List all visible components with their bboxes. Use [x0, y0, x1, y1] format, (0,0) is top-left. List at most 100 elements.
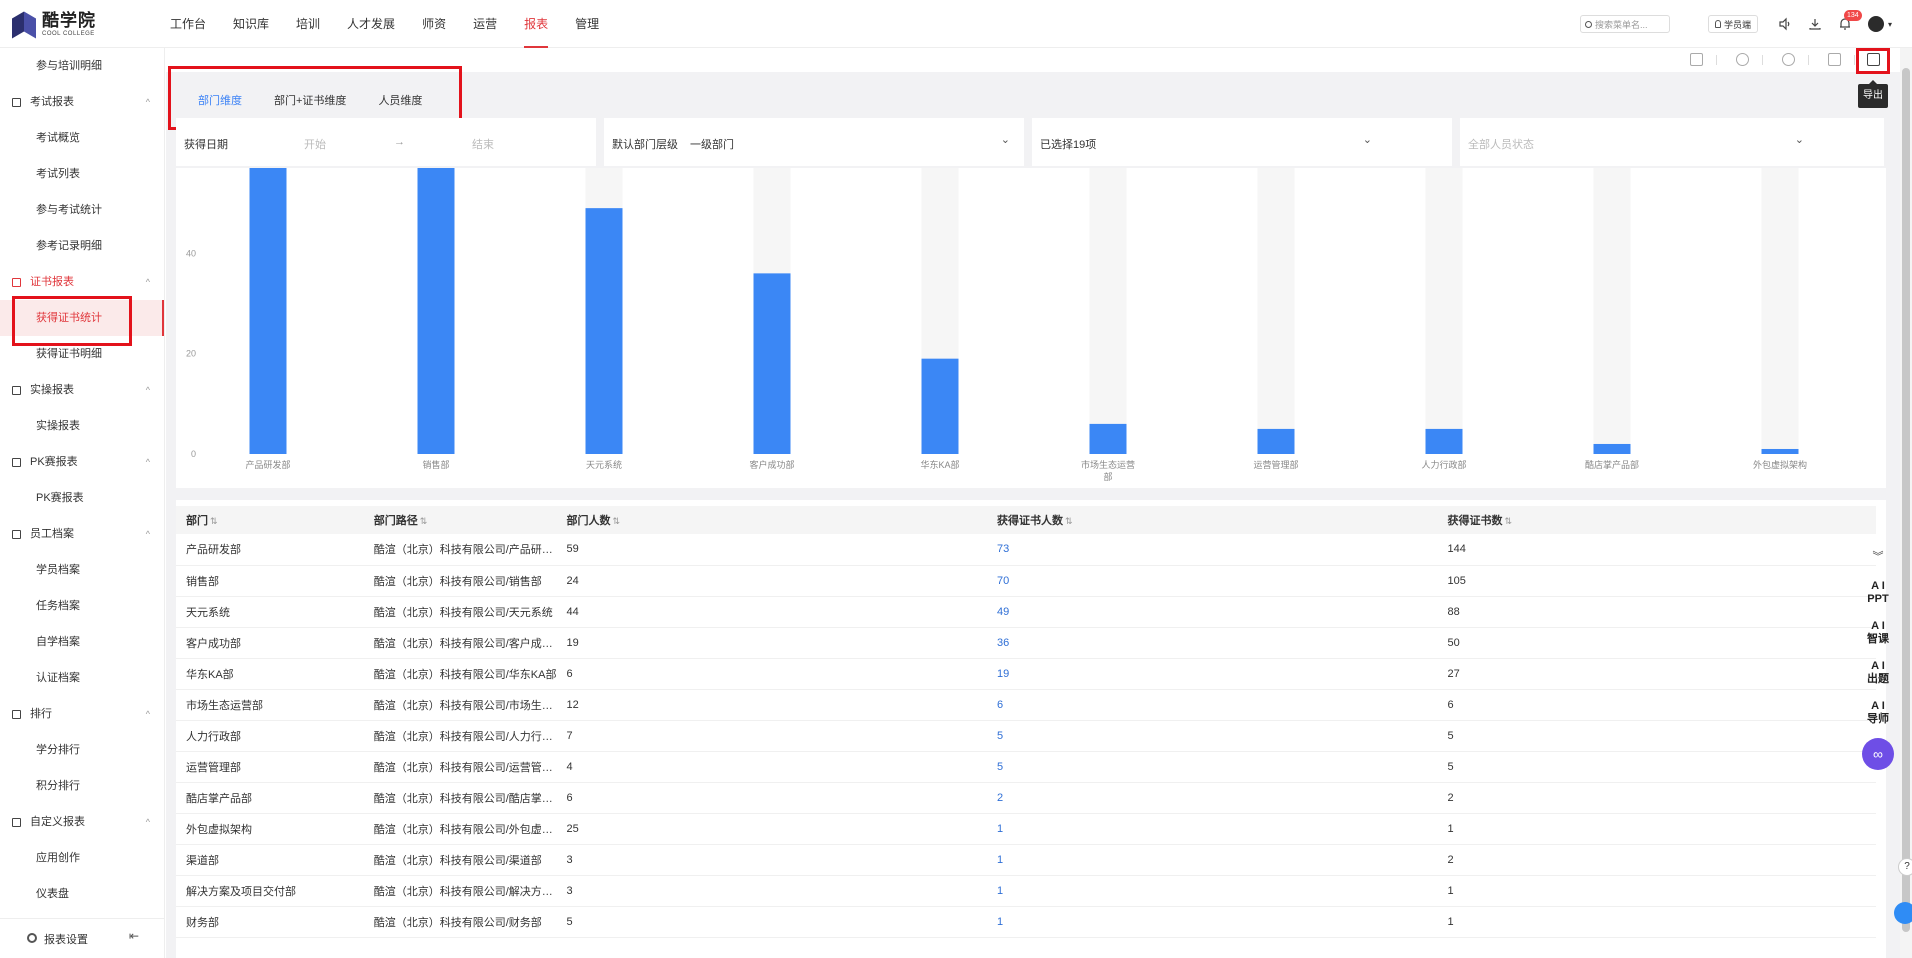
sidebar-item[interactable]: 应用创作	[0, 840, 164, 876]
sidebar-item[interactable]: 任务档案	[0, 588, 164, 624]
refresh-icon[interactable]	[1782, 53, 1795, 66]
filter-settings-icon[interactable]	[1690, 53, 1703, 66]
user-avatar[interactable]	[1867, 16, 1884, 32]
person-status-select[interactable]: 全部人员状态 ⌄	[1460, 118, 1884, 166]
bar[interactable]	[1089, 423, 1127, 454]
nav-item[interactable]: 管理	[575, 0, 599, 48]
cert-people-link[interactable]: 36	[987, 627, 1437, 658]
bar[interactable]	[1593, 443, 1631, 454]
brand-logo[interactable]: 酷学院 COOL COLLEGE	[12, 11, 96, 38]
ai-tool-button[interactable]: A I PPT	[1862, 574, 1894, 614]
bar[interactable]	[1257, 428, 1295, 454]
cert-people-link[interactable]: 49	[987, 596, 1437, 627]
bar[interactable]	[249, 168, 287, 454]
sidebar-group[interactable]: 考试报表 ^	[0, 84, 164, 120]
link-icon[interactable]	[1736, 53, 1749, 66]
cert-people-link[interactable]: 5	[987, 720, 1437, 751]
column-header[interactable]: 获得证书人数 ⇅	[987, 506, 1438, 534]
bar[interactable]	[585, 208, 623, 454]
sidebar-item[interactable]: 仪表盘	[0, 876, 164, 912]
sidebar-item[interactable]: 考试概览	[0, 120, 164, 156]
sidebar-item[interactable]: PK赛报表	[0, 480, 164, 516]
sort-icon[interactable]: ⇅	[1504, 516, 1512, 526]
dimension-tab[interactable]: 部门+证书维度	[258, 82, 362, 122]
column-header[interactable]: 部门 ⇅	[176, 506, 364, 534]
student-view-button[interactable]: 学员端	[1707, 15, 1758, 33]
ai-tool-button[interactable]: A I 出题	[1862, 654, 1894, 694]
date-start-input[interactable]: 开始	[304, 136, 326, 152]
sidebar-group[interactable]: PK赛报表 ^	[0, 444, 164, 480]
sidebar-item[interactable]: 认证档案	[0, 660, 164, 696]
chevron-down-icon[interactable]: ▾	[1888, 20, 1892, 29]
cert-people-link[interactable]: 73	[987, 534, 1437, 565]
sidebar-item[interactable]: 积分排行	[0, 768, 164, 804]
nav-item[interactable]: 师资	[422, 0, 446, 48]
sidebar-item[interactable]: 参与培训明细	[0, 48, 164, 84]
cert-people-link[interactable]: 6	[987, 689, 1437, 720]
notification-bell-icon[interactable]: 134	[1838, 10, 1862, 31]
date-range-picker[interactable]: 获得日期 开始 → 结束	[176, 118, 596, 166]
dimension-tab[interactable]: 部门维度	[182, 82, 258, 122]
dept-level-select[interactable]: 默认部门层级 一级部门 ⌄	[604, 118, 1024, 166]
bar[interactable]	[753, 273, 791, 454]
speaker-icon[interactable]	[1778, 17, 1792, 31]
nav-item[interactable]: 工作台	[170, 0, 206, 48]
sort-icon[interactable]: ⇅	[1065, 516, 1073, 526]
sidebar-group[interactable]: 实操报表 ^	[0, 372, 164, 408]
bar[interactable]	[1425, 428, 1463, 454]
cert-people-link[interactable]: 1	[987, 875, 1437, 906]
sidebar-item[interactable]: 自学档案	[0, 624, 164, 660]
dept-multiselect[interactable]: 已选择19项 ⌄	[1032, 118, 1452, 166]
sidebar-group[interactable]: 证书报表 ^	[0, 264, 164, 300]
nav-item[interactable]: 培训	[296, 0, 320, 48]
sidebar-item[interactable]: 获得证书明细	[0, 336, 164, 372]
ai-assistant-logo-icon[interactable]: ∞	[1862, 738, 1894, 770]
cert-people-link[interactable]: 5	[987, 751, 1437, 782]
column-header[interactable]: 部门路径 ⇅	[363, 506, 557, 534]
filter-bar: 获得日期 开始 → 结束 默认部门层级 一级部门 ⌄ 已选择19项 ⌄ 全部人员…	[176, 118, 1902, 168]
nav-item[interactable]: 知识库	[233, 0, 269, 48]
cert-people-link[interactable]: 70	[987, 565, 1437, 596]
sort-icon[interactable]: ⇅	[420, 516, 428, 526]
cert-people-link[interactable]: 1	[987, 813, 1437, 844]
menu-search-input[interactable]: 搜索菜单名...	[1579, 15, 1670, 33]
chevron-double-down-icon[interactable]: ︾	[1862, 548, 1894, 574]
bar[interactable]	[921, 358, 959, 454]
page-scrollbar[interactable]	[1900, 48, 1912, 958]
dimension-tab[interactable]: 人员维度	[362, 82, 438, 122]
bar[interactable]	[1761, 448, 1799, 454]
sort-icon[interactable]: ⇅	[612, 516, 620, 526]
sidebar-item[interactable]: 获得证书统计	[0, 300, 164, 336]
column-header[interactable]: 部门人数 ⇅	[556, 506, 987, 534]
help-button[interactable]: ?	[1898, 858, 1912, 876]
export-icon[interactable]	[1867, 53, 1880, 66]
sidebar-group[interactable]: 排行 ^	[0, 696, 164, 732]
sidebar-group[interactable]: 自定义报表 ^	[0, 804, 164, 840]
sidebar-item[interactable]: 学分排行	[0, 732, 164, 768]
sidebar-item[interactable]: 参与考试统计	[0, 192, 164, 228]
collapse-sidebar-icon[interactable]: ⇤	[129, 929, 139, 943]
bar[interactable]	[417, 168, 455, 454]
column-header[interactable]: 获得证书数 ⇅	[1437, 506, 1876, 534]
sidebar-item[interactable]: 实操报表	[0, 408, 164, 444]
fullscreen-icon[interactable]	[1828, 53, 1841, 66]
download-icon[interactable]	[1808, 17, 1822, 31]
cert-people-link[interactable]: 1	[987, 844, 1437, 875]
ai-tool-button[interactable]: A I 智课	[1862, 614, 1894, 654]
cert-people-link[interactable]: 2	[987, 782, 1437, 813]
sidebar-item[interactable]: 参考记录明细	[0, 228, 164, 264]
nav-item[interactable]: 运营	[473, 0, 497, 48]
cert-people-link[interactable]: 1	[987, 906, 1437, 937]
nav-item[interactable]: 人才发展	[347, 0, 395, 48]
date-end-input[interactable]: 结束	[472, 136, 494, 152]
nav-item[interactable]: 报表	[524, 0, 549, 48]
sidebar-item[interactable]: 学员档案	[0, 552, 164, 588]
sort-icon[interactable]: ⇅	[210, 516, 218, 526]
scroll-thumb[interactable]	[1902, 68, 1910, 932]
report-settings-button[interactable]: 报表设置 ⇤	[0, 918, 164, 958]
sidebar-item[interactable]: 考试列表	[0, 156, 164, 192]
chat-support-icon[interactable]	[1894, 902, 1912, 924]
sidebar-group[interactable]: 员工档案 ^	[0, 516, 164, 552]
cert-people-link[interactable]: 19	[987, 658, 1437, 689]
ai-tool-button[interactable]: A I 导师	[1862, 694, 1894, 734]
